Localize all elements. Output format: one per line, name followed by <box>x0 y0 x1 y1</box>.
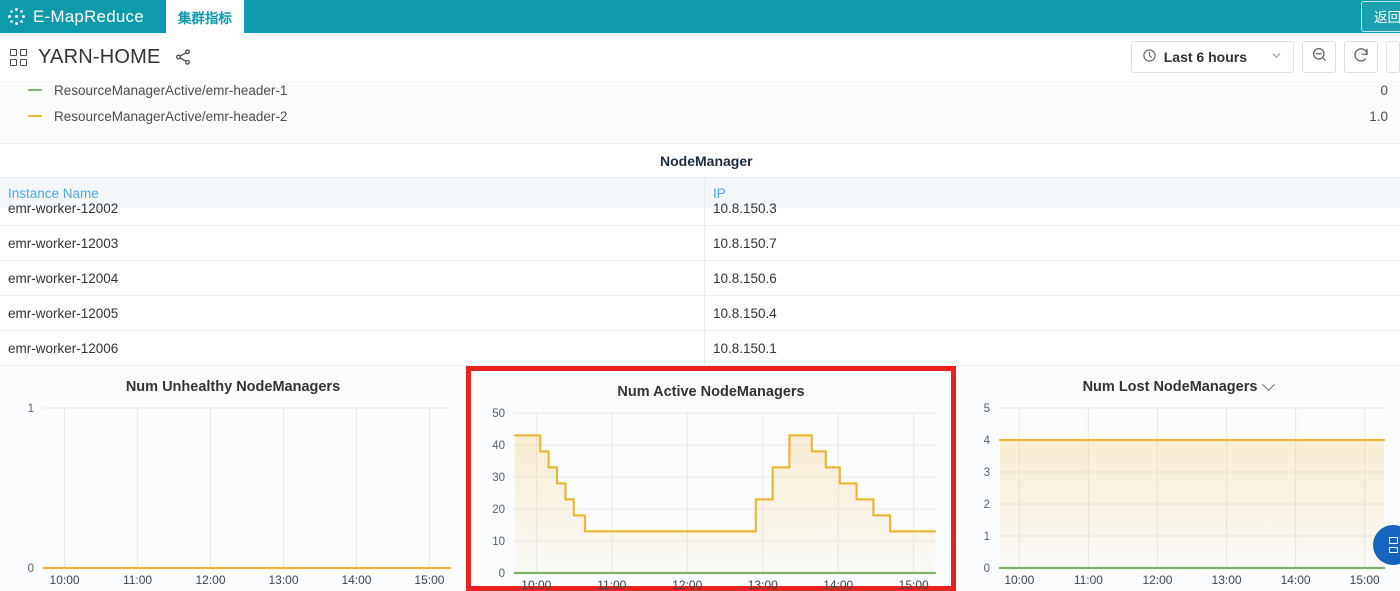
svg-text:50: 50 <box>492 408 505 420</box>
svg-text:13:00: 13:00 <box>748 578 778 591</box>
app-title: E-MapReduce <box>33 6 144 26</box>
cell-ip: 10.8.150.4 <box>713 305 777 321</box>
svg-text:1: 1 <box>28 403 34 415</box>
cell-instance-name: emr-worker-12006 <box>0 331 705 365</box>
svg-text:14:00: 14:00 <box>823 578 853 591</box>
svg-text:2: 2 <box>984 499 990 511</box>
chart-panel-unhealthy-nodemanagers[interactable]: Num Unhealthy NodeManagers 0 1 10:00 11:00 1… <box>0 366 466 591</box>
chart-title: Num Lost NodeManagers <box>956 377 1400 395</box>
legend-color-swatch <box>28 88 42 92</box>
svg-text:11:00: 11:00 <box>1074 573 1103 587</box>
clock-icon <box>1142 48 1157 66</box>
cell-instance-name: emr-worker-12005 <box>0 296 705 330</box>
emr-ring-logo-icon <box>0 0 33 33</box>
svg-text:1: 1 <box>984 531 990 543</box>
svg-text:13:00: 13:00 <box>268 573 298 587</box>
app-root: E-MapReduce 集群指标 返回 YARN-HOME Last 6 hou… <box>0 0 1400 591</box>
chart-plot-area[interactable]: 0 10 20 30 40 50 10:00 11:00 12:00 13:00 14:00 15:0… <box>471 405 951 591</box>
svg-text:15:00: 15:00 <box>899 578 929 591</box>
svg-text:14:00: 14:00 <box>1281 573 1311 587</box>
table-row[interactable]: emr-worker-12006 10.8.150.1 <box>0 331 1400 365</box>
cell-ip: 10.8.150.3 <box>713 200 777 216</box>
svg-text:15:00: 15:00 <box>414 573 444 587</box>
table-row[interactable]: emr-worker-12003 10.8.150.7 <box>0 226 1400 261</box>
svg-text:11:00: 11:00 <box>597 578 626 591</box>
legend-value: 0 <box>1380 82 1388 98</box>
svg-text:40: 40 <box>492 440 505 452</box>
table-body: emr-worker-12002 10.8.150.3 emr-worker-120… <box>0 191 1400 365</box>
chevron-down-icon <box>1270 49 1283 65</box>
cell-instance-name: emr-worker-12003 <box>0 226 705 260</box>
share-icon[interactable] <box>174 48 192 66</box>
nodemanager-table: NodeManager Instance Name IP emr-worker-… <box>0 143 1400 365</box>
cell-ip: 10.8.150.7 <box>713 235 777 251</box>
table-row[interactable]: emr-worker-12005 10.8.150.4 <box>0 296 1400 331</box>
chart-legend: ResourceManagerActive/emr-header-1 0 Res… <box>0 81 1400 143</box>
table-group-header: NodeManager <box>0 144 1400 178</box>
svg-text:4: 4 <box>984 435 991 447</box>
legend-label: ResourceManagerActive/emr-header-1 <box>54 82 288 98</box>
svg-text:12:00: 12:00 <box>672 578 702 591</box>
chart-title: Num Active NodeManagers <box>617 384 805 400</box>
chart-panel-active-nodemanagers[interactable]: Num Active NodeManagers 0 10 20 30 40 50 10:00… <box>466 366 956 591</box>
svg-text:0: 0 <box>28 563 34 575</box>
grid-panels-icon <box>1386 537 1400 553</box>
table-row[interactable]: emr-worker-12002 10.8.150.3 <box>0 191 1400 226</box>
svg-text:10:00: 10:00 <box>1004 573 1034 587</box>
svg-text:10: 10 <box>492 536 505 548</box>
svg-text:12:00: 12:00 <box>1142 573 1172 587</box>
svg-text:12:00: 12:00 <box>195 573 225 587</box>
legend-label: ResourceManagerActive/emr-header-2 <box>54 108 288 124</box>
svg-text:0: 0 <box>499 568 505 580</box>
cell-ip: 10.8.150.6 <box>713 270 777 286</box>
svg-text:3: 3 <box>984 467 990 479</box>
chart-plot-area[interactable]: 0 1 2 3 4 5 10:00 11:00 12:00 13:00 14:00 15:00 <box>956 400 1400 591</box>
svg-text:5: 5 <box>984 403 990 415</box>
chart-panel-lost-nodemanagers[interactable]: Num Lost NodeManagers 0 1 2 3 4 5 10:00 11:00 12… <box>956 366 1400 591</box>
svg-text:15:00: 15:00 <box>1350 573 1380 587</box>
charts-row: Num Unhealthy NodeManagers 0 1 10:00 11:00 1… <box>0 365 1400 591</box>
zoom-out-icon <box>1311 46 1328 68</box>
legend-value: 1.0 <box>1369 108 1388 124</box>
table-group-title: NodeManager <box>660 152 753 169</box>
legend-color-swatch <box>28 114 42 118</box>
chevron-down-icon[interactable] <box>1262 377 1276 391</box>
svg-text:20: 20 <box>492 504 505 516</box>
chart-plot-area[interactable]: 0 1 10:00 11:00 12:00 13:00 14:00 15:00 <box>0 400 466 591</box>
svg-text:14:00: 14:00 <box>341 573 371 587</box>
cell-instance-name: emr-worker-12002 <box>0 191 705 225</box>
cell-instance-name: emr-worker-12004 <box>0 261 705 295</box>
refresh-button[interactable] <box>1344 41 1378 73</box>
svg-text:13:00: 13:00 <box>1212 573 1242 587</box>
chart-title: Num Unhealthy NodeManagers <box>125 379 341 395</box>
tab-cluster-metrics[interactable]: 集群指标 <box>165 0 244 33</box>
svg-text:30: 30 <box>492 472 505 484</box>
zoom-out-button[interactable] <box>1302 41 1336 73</box>
svg-text:0: 0 <box>984 563 990 575</box>
return-button[interactable]: 返回 <box>1361 1 1400 32</box>
table-row[interactable]: emr-worker-12004 10.8.150.6 <box>0 261 1400 296</box>
top-navigation-bar: E-MapReduce 集群指标 返回 <box>0 0 1400 33</box>
svg-text:11:00: 11:00 <box>123 573 152 587</box>
svg-text:10:00: 10:00 <box>50 573 80 587</box>
time-range-picker[interactable]: Last 6 hours <box>1130 41 1294 73</box>
time-range-label: Last 6 hours <box>1163 49 1247 65</box>
legend-item[interactable]: ResourceManagerActive/emr-header-2 1.0 <box>0 103 1400 129</box>
cell-ip: 10.8.150.1 <box>713 340 777 356</box>
page-title: YARN-HOME <box>38 45 161 68</box>
refresh-interval-button[interactable] <box>1386 41 1400 73</box>
legend-item[interactable]: ResourceManagerActive/emr-header-1 0 <box>0 81 1400 103</box>
grid-icon <box>10 48 27 66</box>
dashboard-header: YARN-HOME Last 6 hours <box>0 33 1400 81</box>
refresh-icon <box>1352 46 1370 69</box>
svg-text:10:00: 10:00 <box>521 578 551 591</box>
